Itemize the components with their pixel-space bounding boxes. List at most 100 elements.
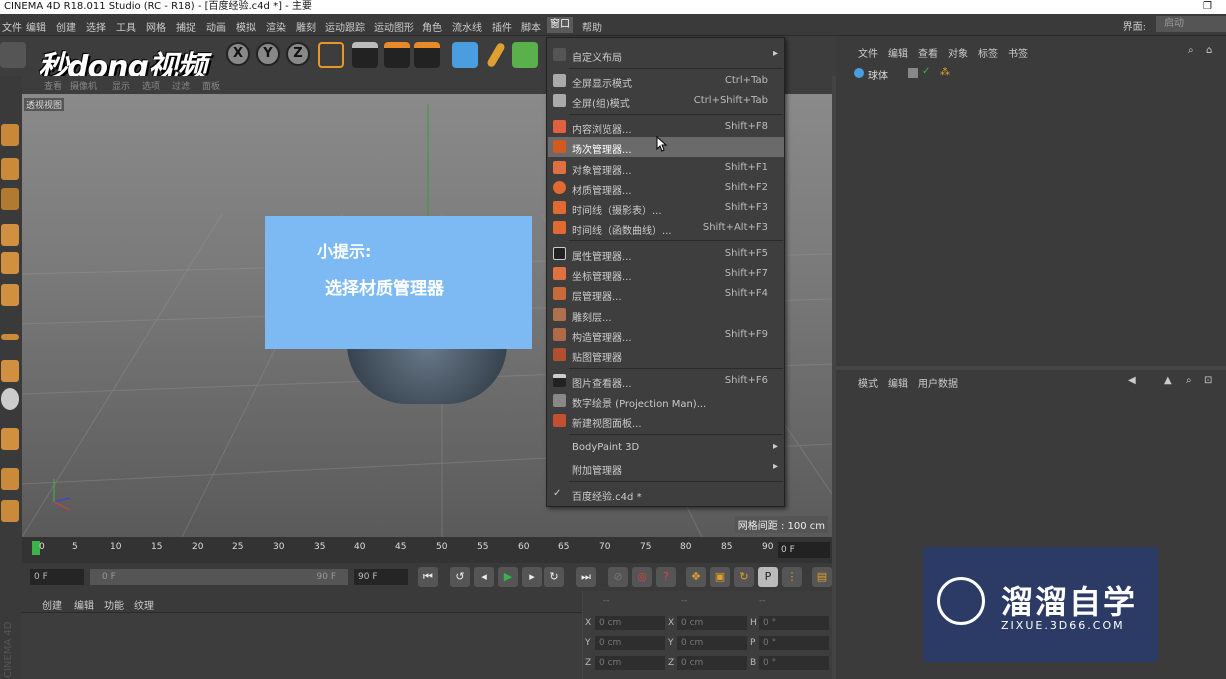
menu-window[interactable]: 窗口 — [547, 17, 573, 33]
menu-item-timeline-dopesheet[interactable]: 时间线（摄影表）... Shift+F3 — [548, 198, 784, 218]
snap-magnet-icon[interactable] — [1, 428, 19, 450]
menu-item-timeline-fcurve[interactable]: 时间线（函数曲线）... Shift+Alt+F3 — [548, 218, 784, 238]
render-picture-viewer-icon[interactable] — [384, 42, 410, 68]
menu-item-fullscreen[interactable]: 全屏显示模式 Ctrl+Tab — [548, 71, 784, 91]
back-arrow-icon[interactable]: ◀ — [1128, 375, 1136, 386]
object-menu-objects[interactable]: 对象 — [948, 45, 968, 60]
rotation-b-field[interactable]: 0 ° — [759, 656, 829, 670]
key-position-icon[interactable]: ✥ — [686, 567, 706, 587]
menu-item-custom-layout[interactable]: 自定义布局 ▸ — [548, 45, 784, 65]
autokey-icon[interactable]: ◎ — [632, 567, 652, 587]
attr-menu-userdata[interactable]: 用户数据 — [918, 375, 958, 390]
object-name[interactable]: 球体 — [868, 67, 888, 82]
menu-motion-tracking[interactable]: 运动跟踪 — [325, 19, 365, 34]
menu-animate[interactable]: 动画 — [206, 19, 226, 34]
quantize-icon[interactable] — [1, 500, 19, 522]
attr-menu-edit[interactable]: 编辑 — [888, 375, 908, 390]
position-y-field[interactable]: 0 cm — [595, 636, 665, 650]
go-to-end-icon[interactable]: ⏭ — [576, 567, 596, 587]
size-y-field[interactable]: 0 cm — [677, 636, 747, 650]
menu-item-projection-man[interactable]: 数字绘景 (Projection Man)... — [548, 391, 784, 411]
menu-item-picture-viewer[interactable]: 图片查看器... Shift+F6 — [548, 371, 784, 391]
up-arrow-icon[interactable]: ▲ — [1164, 375, 1172, 386]
menu-character[interactable]: 角色 — [422, 19, 442, 34]
menu-select[interactable]: 选择 — [86, 19, 106, 34]
polygons-mode-icon[interactable] — [1, 284, 19, 306]
viewport-menu-filter[interactable]: 过滤 — [172, 79, 190, 92]
previous-key-icon[interactable]: ↺ — [450, 567, 470, 587]
model-mode-icon[interactable] — [1, 124, 19, 146]
menu-item-coordinate-manager[interactable]: 坐标管理器... Shift+F7 — [548, 264, 784, 284]
menu-item-content-browser[interactable]: 内容浏览器... Shift+F8 — [548, 117, 784, 137]
end-frame-field[interactable]: 90 F — [354, 569, 408, 585]
viewport-menu-options[interactable]: 选项 — [142, 79, 160, 92]
menu-item-material-manager[interactable]: 材质管理器... Shift+F2 — [548, 178, 784, 198]
size-z-field[interactable]: 0 cm — [677, 656, 747, 670]
axis-mode-icon[interactable] — [1, 334, 19, 340]
menu-simulate[interactable]: 模拟 — [236, 19, 256, 34]
key-rotation-icon[interactable]: ↻ — [734, 567, 754, 587]
menu-item-additional-managers[interactable]: 附加管理器 ▸ — [548, 458, 784, 478]
material-menu-edit[interactable]: 编辑 — [74, 597, 94, 612]
position-z-field[interactable]: 0 cm — [595, 656, 665, 670]
cube-primitive-icon[interactable] — [452, 42, 478, 68]
tag-icon[interactable]: ⁂ — [940, 67, 950, 78]
subdivision-icon[interactable] — [512, 42, 538, 68]
home-icon[interactable]: ⌂ — [1206, 45, 1212, 56]
menu-snap[interactable]: 捕捉 — [176, 19, 196, 34]
tweak-mode-icon[interactable] — [1, 360, 19, 382]
object-menu-tags[interactable]: 标签 — [978, 45, 998, 60]
enabled-check-icon[interactable]: ✓ — [922, 66, 930, 77]
previous-frame-icon[interactable]: ◂ — [474, 567, 494, 587]
pen-tool-icon[interactable] — [486, 41, 506, 69]
menu-item-texture-manager[interactable]: 贴图管理器 — [548, 345, 784, 365]
timeline-window-icon[interactable]: ▤ — [812, 567, 832, 587]
visibility-icon[interactable] — [908, 68, 918, 78]
viewport-menu-panel[interactable]: 面板 — [202, 79, 220, 92]
coordinate-system-icon[interactable] — [318, 42, 344, 68]
menu-edit[interactable]: 编辑 — [26, 19, 46, 34]
menu-render[interactable]: 渲染 — [266, 19, 286, 34]
menu-item-attribute-manager[interactable]: 属性管理器... Shift+F5 — [548, 244, 784, 264]
object-menu-view[interactable]: 查看 — [918, 45, 938, 60]
next-key-icon[interactable]: ↻ — [544, 567, 564, 587]
render-settings-icon[interactable] — [414, 42, 440, 68]
menu-item-fullscreen-group[interactable]: 全屏(组)模式 Ctrl+Shift+Tab — [548, 91, 784, 111]
object-menu-file[interactable]: 文件 — [858, 45, 878, 60]
render-view-icon[interactable] — [352, 42, 378, 68]
material-menu-function[interactable]: 功能 — [104, 597, 124, 612]
menu-create[interactable]: 创建 — [56, 19, 76, 34]
key-point-level-icon[interactable]: ⋮ — [782, 567, 802, 587]
workplane-icon[interactable] — [1, 188, 19, 210]
start-frame-field[interactable]: 0 F — [30, 569, 84, 585]
menu-item-layer-manager[interactable]: 层管理器... Shift+F4 — [548, 284, 784, 304]
go-to-start-icon[interactable]: ⏮ — [418, 567, 438, 587]
next-frame-icon[interactable]: ▸ — [522, 567, 542, 587]
menu-item-sculpt-layers[interactable]: 雕刻层... — [548, 305, 784, 325]
menu-pipeline[interactable]: 流水线 — [452, 19, 482, 34]
solo-icon[interactable] — [1, 388, 19, 410]
viewport-menu-view[interactable]: 查看 — [44, 79, 62, 92]
menu-help[interactable]: 帮助 — [582, 19, 602, 34]
menu-script[interactable]: 脚本 — [521, 19, 541, 34]
record-keys-icon[interactable]: ⊘ — [608, 567, 628, 587]
menu-item-object-manager[interactable]: 对象管理器... Shift+F1 — [548, 158, 784, 178]
keyframe-selection-icon[interactable]: ? — [656, 567, 676, 587]
points-mode-icon[interactable] — [1, 224, 19, 246]
object-menu-edit[interactable]: 编辑 — [888, 45, 908, 60]
search-icon[interactable]: ⌕ — [1188, 45, 1194, 56]
menu-file[interactable]: 文件 — [2, 19, 22, 34]
menu-sculpt[interactable]: 雕刻 — [296, 19, 316, 34]
menu-plugins[interactable]: 插件 — [492, 19, 512, 34]
menu-item-structure-manager[interactable]: 构造管理器... Shift+F9 — [548, 325, 784, 345]
key-scale-icon[interactable]: ▣ — [710, 567, 730, 587]
rotation-p-field[interactable]: 0 ° — [759, 636, 829, 650]
rotation-h-field[interactable]: 0 ° — [759, 616, 829, 630]
key-parameter-icon[interactable]: P — [758, 567, 778, 587]
attr-menu-mode[interactable]: 模式 — [858, 375, 878, 390]
menu-item-open-document[interactable]: ✓ 百度经验.c4d * — [548, 484, 784, 504]
material-menu-create[interactable]: 创建 — [42, 597, 62, 612]
frame-range-slider[interactable]: 0 F 90 F — [90, 569, 348, 585]
interface-select[interactable]: 启动 — [1156, 16, 1226, 32]
lock-icon[interactable]: ⊡ — [1204, 375, 1212, 386]
